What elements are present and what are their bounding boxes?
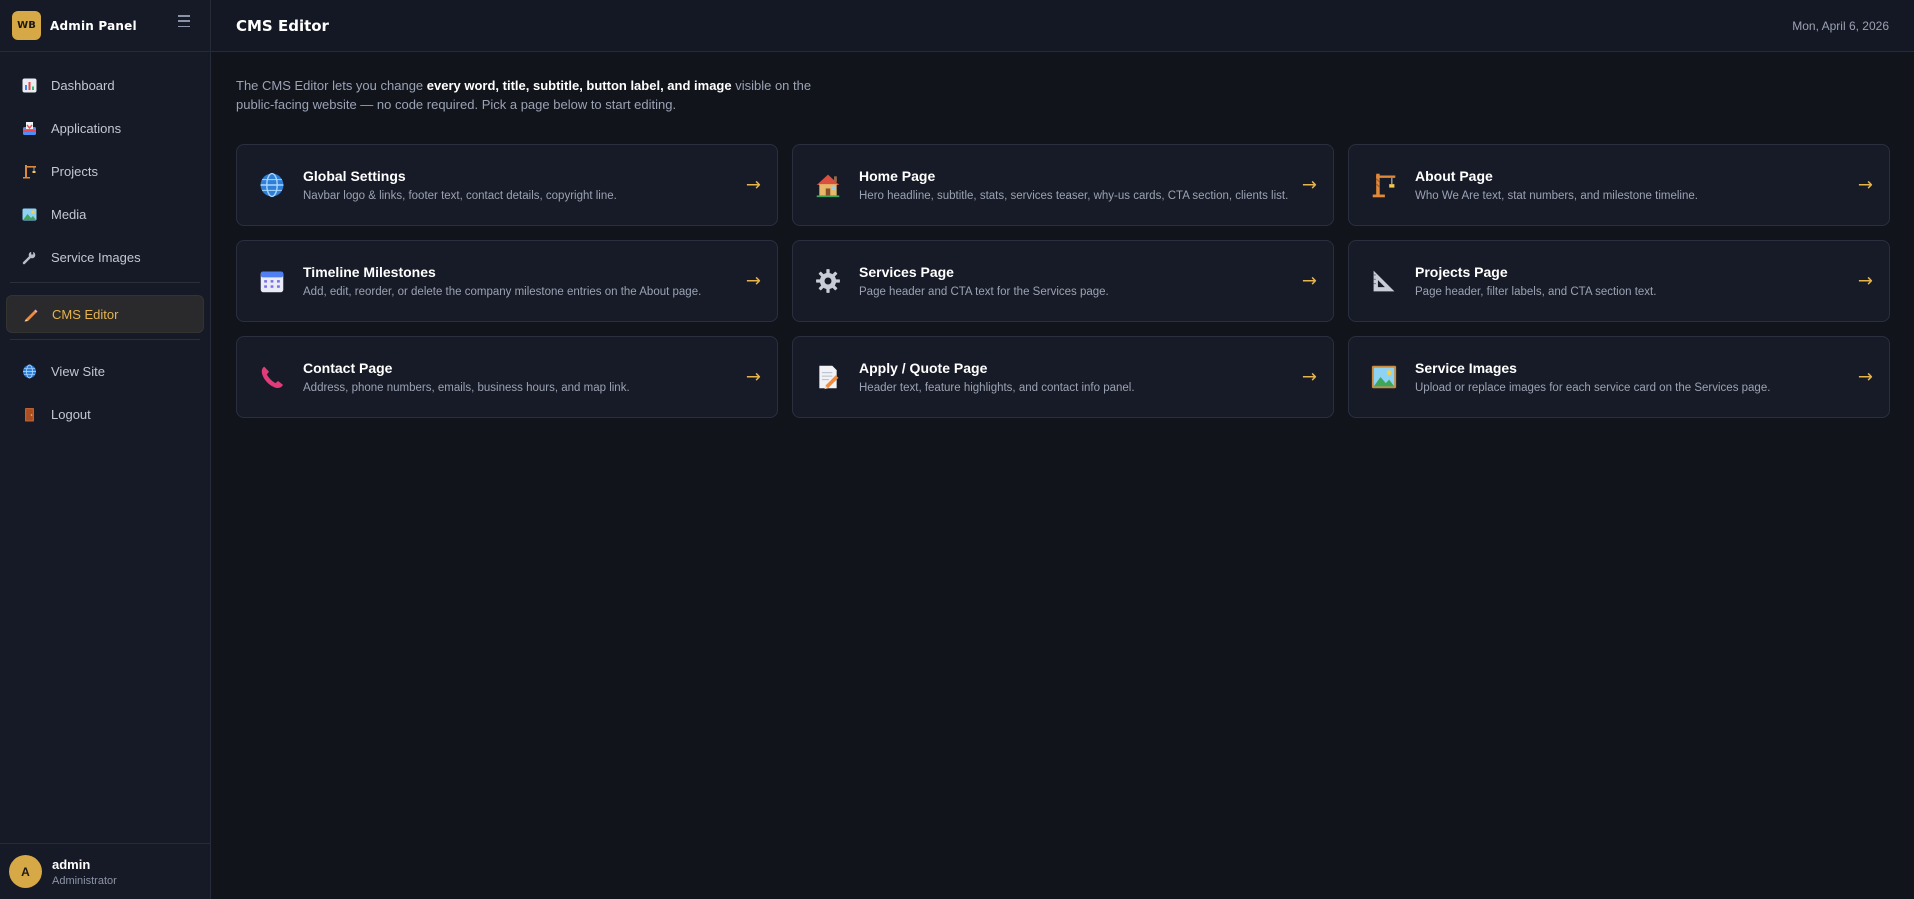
- user-role: Administrator: [52, 874, 117, 887]
- sidebar-item-cms-editor[interactable]: CMS Editor: [6, 295, 204, 333]
- construction-crane-icon: [1369, 170, 1399, 200]
- globe-icon: [257, 170, 287, 200]
- intro-text-bold: every word, title, subtitle, button labe…: [426, 78, 732, 93]
- card-services-page[interactable]: Services Page Page header and CTA text f…: [792, 240, 1334, 322]
- sidebar-divider: [10, 282, 200, 283]
- current-date: Mon, April 6, 2026: [1792, 18, 1889, 33]
- user-info: admin Administrator: [52, 857, 117, 887]
- globe-icon: [20, 362, 38, 380]
- intro-text: The CMS Editor lets you change every wor…: [236, 76, 816, 114]
- card-text: Timeline Milestones Add, edit, reorder, …: [303, 264, 701, 298]
- sidebar-item-projects[interactable]: Projects: [6, 152, 204, 190]
- arrow-right-icon: →: [745, 366, 761, 388]
- card-description: Address, phone numbers, emails, business…: [303, 382, 630, 394]
- card-title: Global Settings: [303, 168, 406, 184]
- card-description: Upload or replace images for each servic…: [1415, 382, 1771, 394]
- card-description: Header text, feature highlights, and con…: [859, 382, 1135, 394]
- sidebar-item-label: Logout: [51, 406, 91, 422]
- sidebar-item-label: CMS Editor: [52, 306, 119, 322]
- arrow-right-icon: →: [1301, 270, 1317, 292]
- sidebar-item-label: Media: [51, 206, 87, 222]
- triangle-ruler-icon: [1369, 266, 1399, 296]
- card-text: Global Settings Navbar logo & links, foo…: [303, 168, 617, 202]
- card-title: Contact Page: [303, 360, 393, 376]
- card-title: Services Page: [859, 264, 954, 280]
- card-title: Timeline Milestones: [303, 264, 436, 280]
- card-title: Projects Page: [1415, 264, 1508, 280]
- card-description: Page header and CTA text for the Service…: [859, 286, 1109, 298]
- card-service-images[interactable]: Service Images Upload or replace images …: [1348, 336, 1890, 418]
- card-text: Apply / Quote Page Header text, feature …: [859, 360, 1135, 394]
- sidebar-item-label: Service Images: [51, 249, 141, 265]
- card-text: Projects Page Page header, filter labels…: [1415, 264, 1656, 298]
- sidebar-item-label: Applications: [51, 120, 122, 136]
- brand-name: Admin Panel: [50, 18, 137, 33]
- sidebar-divider: [10, 339, 200, 340]
- picture-icon: [1369, 362, 1399, 392]
- cms-page-grid: Global Settings Navbar logo & links, foo…: [236, 144, 1890, 418]
- door-icon: [20, 405, 38, 423]
- card-description: Who We Are text, stat numbers, and miles…: [1415, 190, 1698, 202]
- gear-icon: [813, 266, 843, 296]
- sidebar-item-service-images[interactable]: Service Images: [6, 238, 204, 276]
- sidebar-item-logout[interactable]: Logout: [6, 395, 204, 433]
- arrow-right-icon: →: [1301, 174, 1317, 196]
- arrow-right-icon: →: [1857, 366, 1873, 388]
- intro-text-part: The CMS Editor lets you change: [236, 78, 427, 93]
- arrow-right-icon: →: [745, 270, 761, 292]
- card-home-page[interactable]: Home Page Hero headline, subtitle, stats…: [792, 144, 1334, 226]
- page-title: CMS Editor: [236, 16, 329, 35]
- sidebar-item-label: Projects: [51, 163, 98, 179]
- card-text: About Page Who We Are text, stat numbers…: [1415, 168, 1698, 202]
- card-timeline-milestones[interactable]: Timeline Milestones Add, edit, reorder, …: [236, 240, 778, 322]
- sidebar-item-label: Dashboard: [51, 77, 115, 93]
- avatar: A: [9, 855, 42, 888]
- sidebar-item-label: View Site: [51, 363, 105, 379]
- sidebar-nav: Dashboard Applications Projects Media Se…: [0, 52, 210, 433]
- card-text: Contact Page Address, phone numbers, ema…: [303, 360, 630, 394]
- card-text: Service Images Upload or replace images …: [1415, 360, 1770, 394]
- phone-icon: [257, 362, 287, 392]
- user-name: admin: [52, 856, 91, 872]
- card-apply-quote-page[interactable]: Apply / Quote Page Header text, feature …: [792, 336, 1334, 418]
- card-about-page[interactable]: About Page Who We Are text, stat numbers…: [1348, 144, 1890, 226]
- card-global-settings[interactable]: Global Settings Navbar logo & links, foo…: [236, 144, 778, 226]
- card-title: Home Page: [859, 168, 936, 184]
- arrow-right-icon: →: [1857, 270, 1873, 292]
- sidebar-item-media[interactable]: Media: [6, 195, 204, 233]
- brand-header: WB Admin Panel: [0, 0, 210, 52]
- wrench-icon: [20, 248, 38, 266]
- house-icon: [813, 170, 843, 200]
- user-profile[interactable]: A admin Administrator: [0, 843, 210, 899]
- brand-logo[interactable]: WB: [12, 11, 41, 40]
- card-description: Add, edit, reorder, or delete the compan…: [303, 286, 702, 298]
- arrow-right-icon: →: [1301, 366, 1317, 388]
- pencil-icon: [21, 305, 39, 323]
- sidebar-item-applications[interactable]: Applications: [6, 109, 204, 147]
- card-title: Apply / Quote Page: [859, 360, 988, 376]
- card-contact-page[interactable]: Contact Page Address, phone numbers, ema…: [236, 336, 778, 418]
- sidebar-item-dashboard[interactable]: Dashboard: [6, 66, 204, 104]
- card-title: Service Images: [1415, 360, 1517, 376]
- construction-crane-icon: [20, 162, 38, 180]
- arrow-right-icon: →: [1857, 174, 1873, 196]
- top-bar: CMS Editor Mon, April 6, 2026: [211, 0, 1914, 52]
- bar-chart-icon: [20, 76, 38, 94]
- card-title: About Page: [1415, 168, 1493, 184]
- memo-icon: [813, 362, 843, 392]
- sidebar-item-view-site[interactable]: View Site: [6, 352, 204, 390]
- sidebar: WB Admin Panel Dashboard Applications Pr…: [0, 0, 211, 899]
- card-description: Navbar logo & links, footer text, contac…: [303, 190, 617, 202]
- card-description: Hero headline, subtitle, stats, services…: [859, 190, 1289, 202]
- arrow-right-icon: →: [745, 174, 761, 196]
- card-text: Services Page Page header and CTA text f…: [859, 264, 1109, 298]
- card-description: Page header, filter labels, and CTA sect…: [1415, 286, 1657, 298]
- inbox-tray-icon: [20, 119, 38, 137]
- calendar-icon: [257, 266, 287, 296]
- menu-toggle-icon[interactable]: [178, 15, 190, 27]
- card-text: Home Page Hero headline, subtitle, stats…: [859, 168, 1288, 202]
- card-projects-page[interactable]: Projects Page Page header, filter labels…: [1348, 240, 1890, 322]
- picture-icon: [20, 205, 38, 223]
